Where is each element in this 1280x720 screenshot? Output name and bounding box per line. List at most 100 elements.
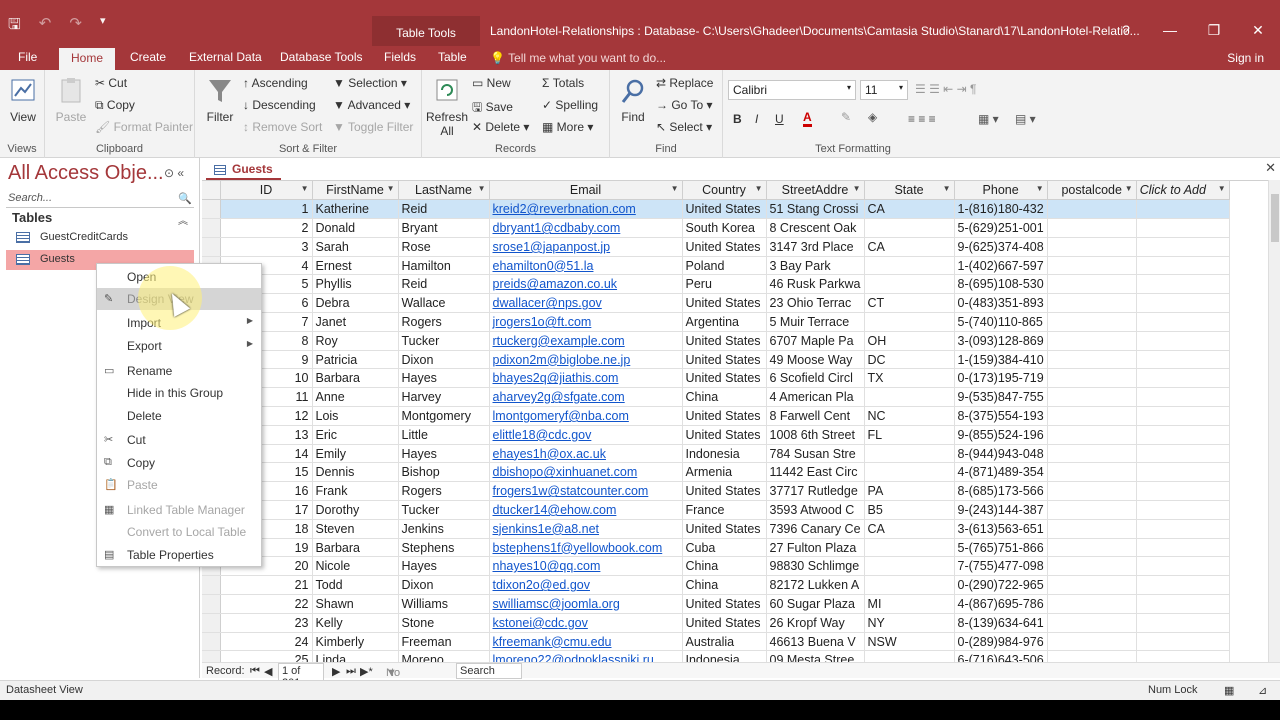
context-item-convert-to-local-table[interactable]: Convert to Local Table bbox=[97, 521, 261, 543]
cell-country[interactable]: China bbox=[682, 556, 767, 577]
cell-phone[interactable]: 9-(535)847-755 bbox=[954, 387, 1048, 408]
cell-state[interactable]: B5 bbox=[864, 500, 955, 520]
cell-click-to-add[interactable] bbox=[1136, 425, 1230, 445]
cell-firstname[interactable]: Roy bbox=[312, 331, 399, 351]
cell-email[interactable]: swilliamsc@joomla.org bbox=[489, 594, 683, 614]
cell-postalcode[interactable] bbox=[1047, 256, 1137, 276]
restore-button[interactable]: ❐ bbox=[1192, 22, 1236, 39]
context-item-linked-table-manager[interactable]: ▦ Linked Table Manager bbox=[97, 499, 261, 521]
cell-phone[interactable]: 4-(867)695-786 bbox=[954, 594, 1048, 614]
table-row[interactable]: 23 Kelly Stone kstonei@cdc.gov United States… bbox=[202, 613, 1230, 633]
cell-state[interactable]: CA bbox=[864, 199, 955, 220]
cell-country[interactable]: United States bbox=[682, 199, 767, 220]
cell-phone[interactable]: 3-(613)563-651 bbox=[954, 519, 1048, 539]
cell-postalcode[interactable] bbox=[1047, 613, 1137, 633]
cell-streetaddre[interactable]: 27 Fulton Plaza bbox=[766, 538, 865, 558]
cell-lastname[interactable]: Hayes bbox=[398, 368, 490, 389]
context-item-table-properties[interactable]: ▤ Table Properties bbox=[97, 544, 261, 566]
cell-firstname[interactable]: Janet bbox=[312, 312, 399, 332]
cell-email[interactable]: ehayes1h@ox.ac.uk bbox=[489, 444, 683, 464]
cell-lastname[interactable]: Wallace bbox=[398, 293, 490, 314]
cell-state[interactable] bbox=[864, 650, 955, 662]
cell-streetaddre[interactable]: 3593 Atwood C bbox=[766, 500, 865, 520]
cell-streetaddre[interactable]: 23 Ohio Terrac bbox=[766, 293, 865, 314]
cell-firstname[interactable]: Donald bbox=[312, 218, 399, 238]
chevron-down-icon[interactable]: ▼ bbox=[301, 184, 309, 193]
cell-firstname[interactable]: Linda bbox=[312, 650, 399, 662]
cell-firstname[interactable]: Todd bbox=[312, 575, 399, 596]
table-row[interactable]: 11 Anne Harvey aharvey2g@sfgate.com China 4 A… bbox=[202, 387, 1230, 408]
design-view-icon[interactable]: ⊿ bbox=[1258, 684, 1267, 697]
cell-country[interactable]: Australia bbox=[682, 632, 767, 652]
cell-postalcode[interactable] bbox=[1047, 462, 1137, 483]
cell-country[interactable]: France bbox=[682, 500, 767, 520]
filter-button[interactable]: Filter bbox=[203, 76, 237, 124]
cell-firstname[interactable]: Emily bbox=[312, 444, 399, 464]
table-row[interactable]: 12 Lois Montgomery lmontgomeryf@nba.com Unit… bbox=[202, 406, 1230, 426]
cell-lastname[interactable]: Hayes bbox=[398, 556, 490, 577]
table-row[interactable]: 10 Barbara Hayes bhayes2q@jiathis.com United… bbox=[202, 368, 1230, 389]
context-item-paste[interactable]: 📋 Paste bbox=[97, 474, 261, 496]
cell-phone[interactable]: 8-(685)173-566 bbox=[954, 481, 1048, 502]
cell-postalcode[interactable] bbox=[1047, 538, 1137, 558]
cell-phone[interactable]: 5-(740)110-865 bbox=[954, 312, 1048, 332]
cell-firstname[interactable]: Frank bbox=[312, 481, 399, 502]
cell-country[interactable]: Peru bbox=[682, 274, 767, 295]
chevron-down-icon[interactable]: ▼ bbox=[478, 184, 486, 193]
cell-firstname[interactable]: Barbara bbox=[312, 368, 399, 389]
cell-postalcode[interactable] bbox=[1047, 519, 1137, 539]
cell-click-to-add[interactable] bbox=[1136, 312, 1230, 332]
cell-click-to-add[interactable] bbox=[1136, 368, 1230, 389]
find-button[interactable]: Find bbox=[616, 76, 650, 124]
table-row[interactable]: 2 Donald Bryant dbryant1@cdbaby.com South Ko… bbox=[202, 218, 1230, 238]
cell-lastname[interactable]: Rogers bbox=[398, 481, 490, 502]
cell-streetaddre[interactable]: 5 Muir Terrace bbox=[766, 312, 865, 332]
cell-lastname[interactable]: Montgomery bbox=[398, 406, 490, 426]
cell-country[interactable]: Poland bbox=[682, 256, 767, 276]
more-button[interactable]: ▦ More ▾ bbox=[542, 120, 593, 134]
first-record-icon[interactable]: ⏮ bbox=[250, 665, 260, 678]
context-item-export[interactable]: Export ▶ bbox=[97, 335, 261, 357]
fill-color-icon[interactable]: ◈ bbox=[868, 110, 877, 124]
cell-country[interactable]: China bbox=[682, 387, 767, 408]
cell-phone[interactable]: 1-(402)667-597 bbox=[954, 256, 1048, 276]
cell-click-to-add[interactable] bbox=[1136, 481, 1230, 502]
cell-phone[interactable]: 8-(944)943-048 bbox=[954, 444, 1048, 464]
cell-firstname[interactable]: Steven bbox=[312, 519, 399, 539]
cell-phone[interactable]: 1-(159)384-410 bbox=[954, 350, 1048, 370]
cell-country[interactable]: Argentina bbox=[682, 312, 767, 332]
cell-click-to-add[interactable] bbox=[1136, 237, 1230, 257]
cell-email[interactable]: dtucker14@ehow.com bbox=[489, 500, 683, 520]
cell-phone[interactable]: 8-(139)634-641 bbox=[954, 613, 1048, 633]
cell-email[interactable]: bhayes2q@jiathis.com bbox=[489, 368, 683, 389]
column-header[interactable]: State ▼ bbox=[864, 181, 955, 201]
row-selector[interactable] bbox=[202, 613, 221, 633]
cell-state[interactable] bbox=[864, 218, 955, 238]
cell-state[interactable] bbox=[864, 575, 955, 596]
cell-state[interactable] bbox=[864, 462, 955, 483]
cell-streetaddre[interactable]: 37717 Rutledge bbox=[766, 481, 865, 502]
cell-state[interactable] bbox=[864, 274, 955, 295]
cell-firstname[interactable]: Lois bbox=[312, 406, 399, 426]
selection-button[interactable]: ▼ Selection ▾ bbox=[333, 76, 407, 90]
tab-fields[interactable]: Fields bbox=[384, 50, 416, 64]
cell-country[interactable]: United States bbox=[682, 368, 767, 389]
cell-firstname[interactable]: Barbara bbox=[312, 538, 399, 558]
cell-postalcode[interactable] bbox=[1047, 237, 1137, 257]
cell-streetaddre[interactable]: 51 Stang Crossi bbox=[766, 199, 865, 220]
cell-state[interactable]: CT bbox=[864, 293, 955, 314]
italic-button[interactable]: I bbox=[755, 112, 758, 126]
cell-click-to-add[interactable] bbox=[1136, 632, 1230, 652]
context-item-rename[interactable]: ▭ Rename bbox=[97, 360, 261, 382]
vertical-scrollbar[interactable] bbox=[1268, 180, 1280, 662]
cell-click-to-add[interactable] bbox=[1136, 331, 1230, 351]
new-record-nav-icon[interactable]: ▶* bbox=[360, 665, 373, 678]
cell-state[interactable]: PA bbox=[864, 481, 955, 502]
cell-streetaddre[interactable]: 7396 Canary Ce bbox=[766, 519, 865, 539]
format-painter-button[interactable]: 🖌 Format Painter bbox=[95, 120, 193, 134]
column-header[interactable]: LastName ▼ bbox=[398, 181, 490, 201]
cell-email[interactable]: jrogers1o@ft.com bbox=[489, 312, 683, 332]
minimize-button[interactable]: — bbox=[1148, 22, 1192, 39]
cell-email[interactable]: dbishopo@xinhuanet.com bbox=[489, 462, 683, 483]
collapse-pane-icon[interactable]: « bbox=[177, 166, 184, 180]
